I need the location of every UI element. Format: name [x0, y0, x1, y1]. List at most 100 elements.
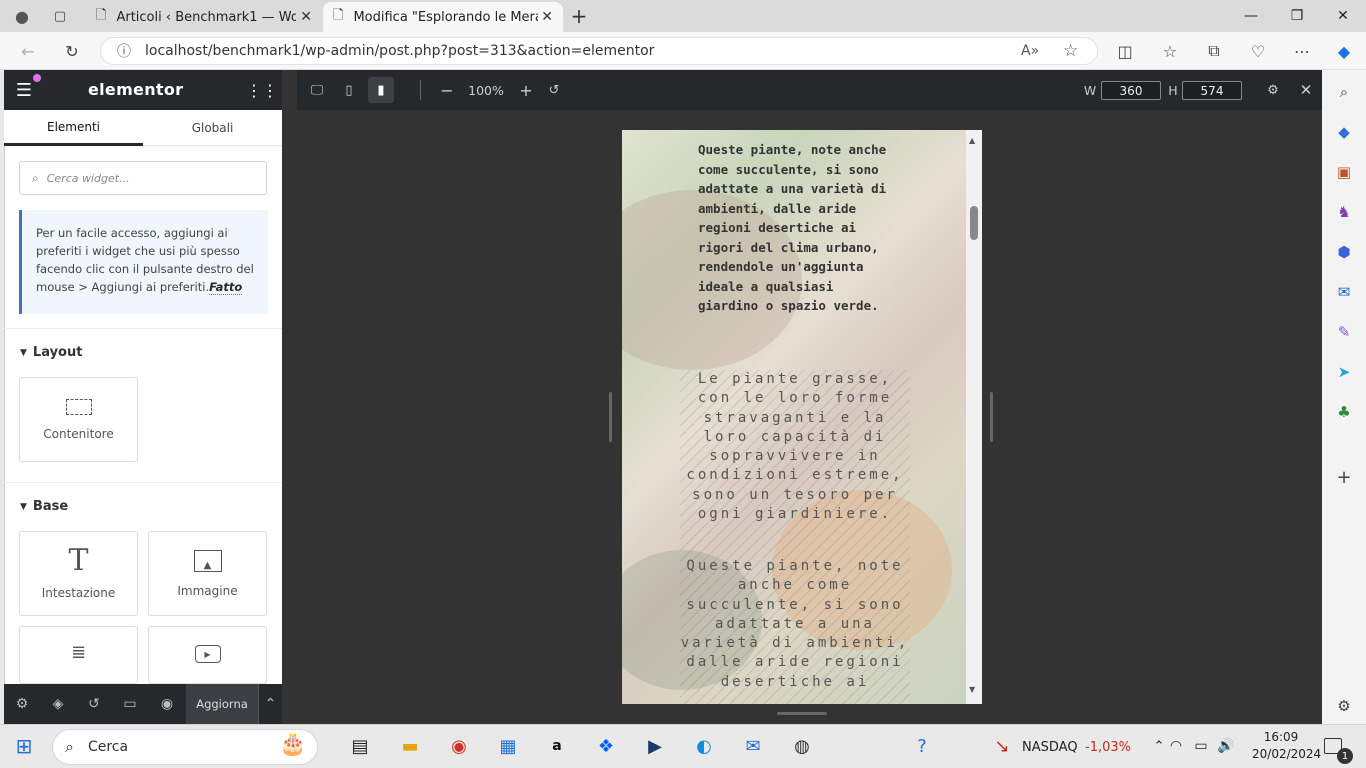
mail-icon[interactable]: ✉ [733, 724, 773, 768]
tablet-view-icon[interactable]: ▯ [337, 70, 361, 110]
widget-image[interactable]: ▲ Immagine [148, 531, 267, 616]
shopping-icon[interactable]: ◆ [1332, 120, 1356, 144]
tree-icon[interactable]: ♣ [1332, 400, 1356, 424]
preview-scrollbar[interactable]: ▲ ▼ [966, 130, 982, 704]
section-layout[interactable]: ▼ Layout [20, 345, 82, 360]
width-input[interactable]: 360 [1101, 81, 1161, 100]
search-icon[interactable]: ⌕ [1332, 80, 1356, 104]
desktop-view-icon[interactable]: 🖵 [305, 70, 329, 110]
browser-essentials-icon[interactable]: ♡ [1244, 37, 1272, 65]
resize-handle-bottom[interactable] [777, 712, 827, 715]
tip-dismiss-link[interactable]: Fatto [209, 280, 243, 295]
scroll-up-icon[interactable]: ▲ [969, 136, 975, 145]
zoom-in-icon[interactable]: + [514, 70, 538, 110]
outlook-icon[interactable]: ✉ [1332, 280, 1356, 304]
favorites-icon[interactable]: ☆ [1156, 37, 1184, 65]
stocks-icon[interactable]: ↘ [982, 724, 1022, 768]
canvas-edge [282, 70, 297, 372]
chrome-icon[interactable]: ◉ [439, 724, 479, 768]
restore-icon[interactable]: ❐ [1274, 0, 1320, 32]
widget-container[interactable]: Contenitore [19, 377, 138, 462]
resize-handle-left[interactable] [609, 392, 612, 442]
stock-name[interactable]: NASDAQ [1022, 740, 1078, 755]
widget-search-input[interactable]: ⌕ Cerca widget... [19, 161, 267, 195]
close-tab-icon[interactable]: ✕ [541, 9, 553, 25]
mobile-view-icon[interactable]: ▮ [368, 77, 394, 103]
edge-icon[interactable]: ◐ [684, 724, 724, 768]
close-window-icon[interactable]: ✕ [1320, 0, 1366, 32]
microsoft365-icon[interactable]: ⬢ [1332, 240, 1356, 264]
github-icon[interactable]: ◍ [782, 724, 822, 768]
favorite-star-icon[interactable]: ☆ [1063, 41, 1078, 61]
store-icon[interactable]: ▦ [488, 724, 528, 768]
tab-globali[interactable]: Globali [143, 110, 282, 146]
tools-icon[interactable]: ▣ [1332, 160, 1356, 184]
profile-icon[interactable]: ● [10, 5, 34, 27]
preview-eye-icon[interactable]: ◉ [149, 684, 185, 724]
refresh-icon[interactable]: ↻ [58, 37, 86, 65]
preview-paragraph[interactable]: Le piante grasse, con le loro forme stra… [680, 370, 910, 524]
close-responsive-icon[interactable]: ✕ [1294, 70, 1318, 110]
collections-icon[interactable]: ⧉ [1200, 37, 1228, 65]
taskbar-search[interactable]: ⌕ Cerca 🎂 [52, 729, 318, 765]
zoom-out-icon[interactable]: − [435, 70, 459, 110]
url-field[interactable]: ⓘ localhost/benchmark1/wp-admin/post.php… [100, 37, 1098, 65]
preview-paragraph[interactable]: Queste piante, note anche come succulent… [698, 140, 898, 316]
notification-badge: 1 [1337, 748, 1353, 764]
stock-change[interactable]: -1,03% [1085, 740, 1131, 755]
volume-icon[interactable]: 🔊 [1215, 724, 1237, 768]
panel-header: ☰ elementor ⋮⋮ [4, 70, 282, 110]
close-tab-icon[interactable]: ✕ [300, 9, 312, 25]
send-icon[interactable]: ➤ [1332, 360, 1356, 384]
menu-icon[interactable]: ☰ [14, 80, 34, 101]
file-explorer-icon[interactable]: ▬ [390, 724, 430, 768]
widget-label: Contenitore [43, 426, 114, 441]
minimize-icon[interactable]: — [1228, 0, 1274, 32]
help-icon[interactable]: ? [902, 724, 942, 768]
task-view-icon[interactable]: ▤ [340, 724, 380, 768]
amazon-icon[interactable]: a [537, 724, 577, 768]
preview-paragraph[interactable]: Queste piante, note anche come succulent… [680, 557, 910, 692]
scroll-down-icon[interactable]: ▼ [969, 685, 975, 694]
powershell-icon[interactable]: ▶ [635, 724, 675, 768]
tab-elementi[interactable]: Elementi [4, 110, 143, 146]
wifi-icon[interactable]: ◠ [1165, 724, 1187, 768]
clock[interactable]: 16:09 20/02/2024 [1252, 729, 1321, 763]
height-input[interactable]: 574 [1182, 81, 1242, 100]
tab-articoli[interactable]: 🗋 Articoli ‹ Benchmark1 — WordPr… ✕ [86, 2, 322, 32]
canvas-toolbar: 🖵 ▯ ▮ − 100% + ↺ W 360 H 574 ⚙ ✕ [297, 70, 1322, 110]
battery-icon[interactable]: ▭ [1190, 724, 1212, 768]
history-icon[interactable]: ↺ [76, 684, 112, 724]
more-menu-icon[interactable]: ⋯ [1288, 37, 1316, 65]
navigator-layers-icon[interactable]: ◈ [40, 684, 76, 724]
info-icon[interactable]: ⓘ [117, 41, 131, 61]
responsive-mode-icon[interactable]: ▭ [112, 684, 148, 724]
section-base[interactable]: ▼ Base [20, 499, 68, 514]
resize-handle-right[interactable] [990, 392, 993, 442]
device-settings-icon[interactable]: ⚙ [1261, 70, 1285, 110]
scrollbar-thumb[interactable] [970, 206, 978, 240]
text-editor-icon: ≣ [70, 642, 87, 663]
chevron-up-icon[interactable]: ⌃ [258, 684, 282, 724]
designer-icon[interactable]: ✎ [1332, 320, 1356, 344]
widget-text-editor[interactable]: ≣ [19, 626, 138, 684]
widget-video[interactable]: ▶ [148, 626, 267, 684]
games-icon[interactable]: ♞ [1332, 200, 1356, 224]
image-icon: ▲ [193, 549, 222, 572]
copilot-icon[interactable]: ◆ [1330, 37, 1358, 65]
update-button[interactable]: Aggiorna [186, 684, 258, 724]
settings-icon[interactable]: ⚙ [4, 684, 40, 724]
read-aloud-icon[interactable]: A» [1021, 43, 1039, 59]
dropbox-icon[interactable]: ❖ [586, 724, 626, 768]
split-screen-icon[interactable]: ◫ [1111, 37, 1139, 65]
add-icon[interactable]: + [1332, 465, 1356, 489]
new-tab-button[interactable]: + [567, 4, 591, 28]
settings-icon[interactable]: ⚙ [1332, 694, 1356, 718]
tab-modifica[interactable]: 🗋 Modifica "Esplorando le Meravig… ✕ [323, 2, 563, 32]
widget-heading[interactable]: T Intestazione [19, 531, 138, 616]
apps-grid-icon[interactable]: ⋮⋮ [246, 80, 278, 100]
reset-zoom-icon[interactable]: ↺ [542, 70, 566, 110]
back-icon[interactable]: ← [14, 37, 42, 65]
tab-actions-icon[interactable]: ▢ [48, 5, 72, 27]
start-icon[interactable]: ⊞ [4, 724, 44, 768]
